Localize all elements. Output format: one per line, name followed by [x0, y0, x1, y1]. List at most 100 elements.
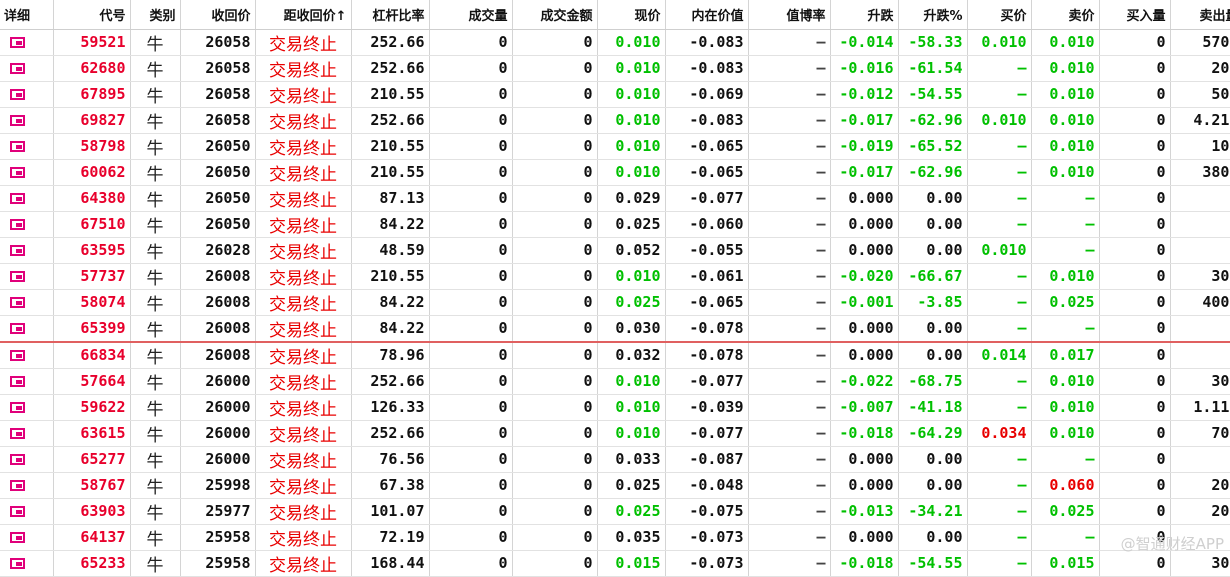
col-change-header[interactable]: 升跌	[830, 0, 898, 29]
detail-cell[interactable]	[0, 446, 53, 472]
table-row[interactable]: 64137牛25958交易终止72.19000.035-0.073—0.0000…	[0, 524, 1230, 550]
table-row[interactable]: 65277牛26000交易终止76.56000.033-0.087—0.0000…	[0, 446, 1230, 472]
col-ask-qty-header[interactable]: 卖出量	[1170, 0, 1230, 29]
bid-qty-cell: 0	[1099, 446, 1170, 472]
detail-icon[interactable]	[10, 323, 25, 334]
detail-icon[interactable]	[10, 297, 25, 308]
detail-icon[interactable]	[10, 376, 25, 387]
table-row[interactable]: 63903牛25977交易终止101.07000.025-0.075—-0.01…	[0, 498, 1230, 524]
detail-cell[interactable]	[0, 133, 53, 159]
detail-cell[interactable]	[0, 394, 53, 420]
col-change-pct-header[interactable]: 升跌%	[898, 0, 967, 29]
table-row[interactable]: 57737牛26008交易终止210.55000.010-0.061—-0.02…	[0, 263, 1230, 289]
col-bid-qty-header[interactable]: 买入量	[1099, 0, 1170, 29]
col-type-header[interactable]: 类别	[130, 0, 180, 29]
detail-icon[interactable]	[10, 37, 25, 48]
detail-cell[interactable]	[0, 315, 53, 342]
detail-icon[interactable]	[10, 245, 25, 256]
detail-icon[interactable]	[10, 63, 25, 74]
table-row[interactable]: 65399牛26008交易终止84.22000.030-0.078—0.0000…	[0, 315, 1230, 342]
detail-icon[interactable]	[10, 402, 25, 413]
table-row[interactable]: 62680牛26058交易终止252.66000.010-0.083—-0.01…	[0, 55, 1230, 81]
price-cell: 0.010	[597, 107, 665, 133]
change-cell: -0.016	[830, 55, 898, 81]
col-distance-header[interactable]: 距收回价↑	[255, 0, 351, 29]
detail-icon[interactable]	[10, 454, 25, 465]
detail-cell[interactable]	[0, 29, 53, 55]
bid-cell: —	[967, 159, 1031, 185]
detail-cell[interactable]	[0, 342, 53, 369]
detail-icon[interactable]	[10, 115, 25, 126]
detail-cell[interactable]	[0, 524, 53, 550]
detail-icon[interactable]	[10, 480, 25, 491]
col-recall-header[interactable]: 收回价	[180, 0, 255, 29]
table-row[interactable]: 58767牛25998交易终止67.38000.025-0.048—0.0000…	[0, 472, 1230, 498]
detail-cell[interactable]	[0, 211, 53, 237]
detail-cell[interactable]	[0, 368, 53, 394]
col-ask-header[interactable]: 卖价	[1031, 0, 1099, 29]
type-cell: 牛	[130, 342, 180, 369]
detail-cell[interactable]	[0, 55, 53, 81]
detail-icon[interactable]	[10, 428, 25, 439]
change-pct-cell: -54.55	[898, 550, 967, 576]
ask-cell: 0.010	[1031, 133, 1099, 159]
col-volume-header[interactable]: 成交量	[429, 0, 512, 29]
code-cell: 69827	[53, 107, 130, 133]
turnover-cell: 0	[512, 342, 597, 369]
table-row[interactable]: 58074牛26008交易终止84.22000.025-0.065—-0.001…	[0, 289, 1230, 315]
detail-cell[interactable]	[0, 498, 53, 524]
col-leverage-header[interactable]: 杠杆比率	[351, 0, 429, 29]
detail-cell[interactable]	[0, 472, 53, 498]
distance-cell: 交易终止	[255, 29, 351, 55]
table-row[interactable]: 67510牛26050交易终止84.22000.025-0.060—0.0000…	[0, 211, 1230, 237]
detail-cell[interactable]	[0, 159, 53, 185]
ask-qty-cell: 0	[1170, 446, 1230, 472]
detail-icon[interactable]	[10, 350, 25, 361]
type-cell: 牛	[130, 237, 180, 263]
intrinsic-cell: -0.039	[665, 394, 748, 420]
table-row[interactable]: 58798牛26050交易终止210.55000.010-0.065—-0.01…	[0, 133, 1230, 159]
table-row[interactable]: 69827牛26058交易终止252.66000.010-0.083—-0.01…	[0, 107, 1230, 133]
bid-cell: 0.010	[967, 29, 1031, 55]
detail-icon[interactable]	[10, 167, 25, 178]
leverage-cell: 87.13	[351, 185, 429, 211]
detail-cell[interactable]	[0, 107, 53, 133]
table-row[interactable]: 60062牛26050交易终止210.55000.010-0.065—-0.01…	[0, 159, 1230, 185]
table-row[interactable]: 57664牛26000交易终止252.66000.010-0.077—-0.02…	[0, 368, 1230, 394]
bid-cell: 0.014	[967, 342, 1031, 369]
detail-cell[interactable]	[0, 237, 53, 263]
detail-icon[interactable]	[10, 532, 25, 543]
detail-cell[interactable]	[0, 550, 53, 576]
detail-cell[interactable]	[0, 289, 53, 315]
table-row[interactable]: 67895牛26058交易终止210.55000.010-0.069—-0.01…	[0, 81, 1230, 107]
detail-icon[interactable]	[10, 193, 25, 204]
table-row[interactable]: 63595牛26028交易终止48.59000.052-0.055—0.0000…	[0, 237, 1230, 263]
detail-cell[interactable]	[0, 263, 53, 289]
table-row[interactable]: 63615牛26000交易终止252.66000.010-0.077—-0.01…	[0, 420, 1230, 446]
detail-icon[interactable]	[10, 558, 25, 569]
col-detail-header[interactable]: 详细	[0, 0, 53, 29]
col-turnover-header[interactable]: 成交金额	[512, 0, 597, 29]
price-cell: 0.010	[597, 133, 665, 159]
detail-cell[interactable]	[0, 185, 53, 211]
distance-cell: 交易终止	[255, 263, 351, 289]
table-row[interactable]: 64380牛26050交易终止87.13000.029-0.077—0.0000…	[0, 185, 1230, 211]
col-price-header[interactable]: 现价	[597, 0, 665, 29]
price-cell: 0.033	[597, 446, 665, 472]
recall-cell: 26050	[180, 159, 255, 185]
col-bid-header[interactable]: 买价	[967, 0, 1031, 29]
detail-icon[interactable]	[10, 89, 25, 100]
col-intrinsic-header[interactable]: 内在价值	[665, 0, 748, 29]
table-row[interactable]: 66834牛26008交易终止78.96000.032-0.078—0.0000…	[0, 342, 1230, 369]
col-gearing-header[interactable]: 值博率	[748, 0, 830, 29]
table-row[interactable]: 65233牛25958交易终止168.44000.015-0.073—-0.01…	[0, 550, 1230, 576]
detail-icon[interactable]	[10, 141, 25, 152]
col-code-header[interactable]: 代号	[53, 0, 130, 29]
table-row[interactable]: 59521牛26058交易终止252.66000.010-0.083—-0.01…	[0, 29, 1230, 55]
detail-icon[interactable]	[10, 506, 25, 517]
detail-icon[interactable]	[10, 271, 25, 282]
detail-icon[interactable]	[10, 219, 25, 230]
detail-cell[interactable]	[0, 420, 53, 446]
table-row[interactable]: 59622牛26000交易终止126.33000.010-0.039—-0.00…	[0, 394, 1230, 420]
detail-cell[interactable]	[0, 81, 53, 107]
